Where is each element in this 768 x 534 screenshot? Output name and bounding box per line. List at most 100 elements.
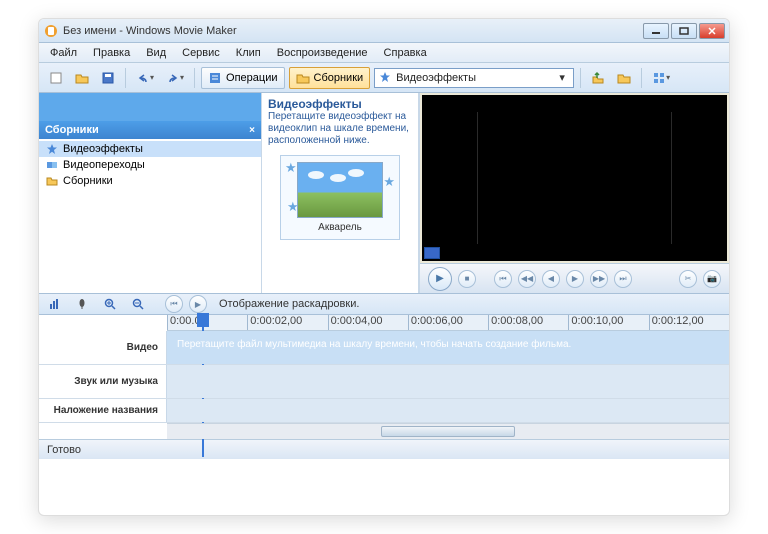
statusbar: Готово [39, 439, 729, 459]
split-button[interactable]: ✂ [679, 270, 697, 288]
audio-track: Звук или музыка [39, 365, 729, 399]
new-folder-button[interactable] [613, 67, 635, 89]
forward-button[interactable]: ▶▶ [590, 270, 608, 288]
ruler-tick: 0:00:04,00 [328, 315, 408, 330]
tasks-button[interactable]: Операции [201, 67, 284, 89]
narrate-button[interactable] [71, 293, 93, 315]
tree-label: Видеоэффекты [63, 143, 143, 155]
ruler-tick: 0:00:06,00 [408, 315, 488, 330]
folder-icon [45, 174, 59, 188]
app-window: Без имени - Windows Movie Maker Файл Пра… [38, 18, 730, 516]
titlebar: Без имени - Windows Movie Maker [39, 19, 729, 43]
contents-pane: Видеоэффекты Перетащите видеоэффект на в… [261, 93, 419, 293]
collections-label: Сборники [314, 72, 364, 84]
player-controls: ▶ ■ ⏮ ◀◀ ◀ ▶ ▶▶ ⏭ ✂ 📷 [420, 263, 729, 293]
star-icon: ★ [383, 174, 395, 190]
star-icon: ★ [285, 160, 297, 176]
new-button[interactable] [45, 67, 67, 89]
video-track-hint: Перетащите файл мультимедиа на шкалу вре… [177, 339, 571, 350]
star-icon [379, 71, 393, 85]
zoom-in-button[interactable] [99, 293, 121, 315]
playhead[interactable] [197, 313, 209, 327]
tree-item-effects[interactable]: Видеоэффекты [39, 141, 261, 157]
timeline-ruler[interactable]: 0:00.00 0:00:02,00 0:00:04,00 0:00:06,00… [167, 315, 729, 331]
location-combo[interactable]: Видеоэффекты ▾ [374, 68, 574, 88]
track-label-audio: Звук или музыка [39, 365, 167, 398]
menu-tools[interactable]: Сервис [175, 45, 227, 61]
separator [580, 68, 581, 88]
rewind-button[interactable]: ◀◀ [518, 270, 536, 288]
pane-instruction: Перетащите видеоэффект на видеоклип на ш… [268, 111, 412, 147]
close-button[interactable] [699, 23, 725, 39]
open-button[interactable] [71, 67, 93, 89]
video-track: Видео Перетащите файл мультимедиа на шка… [39, 331, 729, 365]
video-track-area[interactable]: Перетащите файл мультимедиа на шкалу вре… [167, 331, 729, 364]
menu-view[interactable]: Вид [139, 45, 173, 61]
effect-label: Акварель [318, 222, 362, 233]
ruler-tick: 0:00:08,00 [488, 315, 568, 330]
fwd-frame-button[interactable]: ▶ [566, 270, 584, 288]
combo-value: Видеоэффекты [396, 72, 555, 84]
undo-button[interactable]: ▾ [132, 67, 158, 89]
timeline-toolbar: ⏮ ▶ Отображение раскадровки. [39, 293, 729, 315]
tree-label: Видеопереходы [63, 159, 145, 171]
zoom-out-button[interactable] [127, 293, 149, 315]
timeline-play-button[interactable]: ▶ [189, 295, 207, 313]
menu-clip[interactable]: Клип [229, 45, 268, 61]
collections-tree: Видеоэффекты Видеопереходы Сборники [39, 139, 261, 293]
tree-label: Сборники [63, 175, 113, 187]
toolbar: ▾ ▾ Операции Сборники Видеоэффекты ▾ ▾ [39, 63, 729, 93]
effect-item[interactable]: ★ ★ ★ Акварель [280, 155, 400, 240]
menubar: Файл Правка Вид Сервис Клип Воспроизведе… [39, 43, 729, 63]
timeline-rewind-button[interactable]: ⏮ [165, 295, 183, 313]
status-text: Готово [47, 444, 81, 456]
effect-thumbnail [297, 162, 383, 218]
separator [641, 68, 642, 88]
separator [194, 68, 195, 88]
preview-monitor [422, 95, 727, 261]
pane-heading: Видеоэффекты [268, 97, 412, 111]
menu-help[interactable]: Справка [377, 45, 434, 61]
collections-button[interactable]: Сборники [289, 67, 371, 89]
tree-item-collections[interactable]: Сборники [39, 173, 261, 189]
storyboard-toggle-link[interactable]: Отображение раскадровки. [219, 298, 359, 310]
audio-track-area[interactable] [167, 365, 729, 398]
maximize-button[interactable] [671, 23, 697, 39]
sidebar-close-icon[interactable]: × [249, 125, 255, 136]
preview-indicator-icon [424, 247, 440, 259]
sidebar-spacer [39, 93, 261, 121]
audio-levels-button[interactable] [43, 293, 65, 315]
preview-pane: ▶ ■ ⏮ ◀◀ ◀ ▶ ▶▶ ⏭ ✂ 📷 [419, 93, 729, 293]
views-button[interactable]: ▾ [648, 67, 674, 89]
redo-button[interactable]: ▾ [162, 67, 188, 89]
play-button[interactable]: ▶ [428, 267, 452, 291]
separator [125, 68, 126, 88]
minimize-button[interactable] [643, 23, 669, 39]
track-label-video: Видео [39, 331, 167, 364]
stop-button[interactable]: ■ [458, 270, 476, 288]
timeline-scrollbar[interactable] [167, 423, 729, 439]
window-title: Без имени - Windows Movie Maker [63, 25, 643, 37]
save-button[interactable] [97, 67, 119, 89]
up-level-button[interactable] [587, 67, 609, 89]
timeline-tracks: Видео Перетащите файл мультимедиа на шка… [39, 331, 729, 423]
scrollbar-thumb[interactable] [381, 426, 516, 437]
track-label-title: Наложение названия [39, 399, 167, 422]
menu-play[interactable]: Воспроизведение [270, 45, 375, 61]
menu-edit[interactable]: Правка [86, 45, 137, 61]
main-content: Сборники × Видеоэффекты Видеопереходы Сб… [39, 93, 729, 293]
tree-item-transitions[interactable]: Видеопереходы [39, 157, 261, 173]
snapshot-button[interactable]: 📷 [703, 270, 721, 288]
transition-icon [45, 158, 59, 172]
prev-button[interactable]: ⏮ [494, 270, 512, 288]
back-frame-button[interactable]: ◀ [542, 270, 560, 288]
ruler-tick: 0:00:10,00 [568, 315, 648, 330]
next-button[interactable]: ⏭ [614, 270, 632, 288]
window-controls [643, 23, 725, 39]
sidebar-header: Сборники × [39, 121, 261, 139]
chevron-down-icon: ▾ [555, 71, 569, 84]
collections-pane: Сборники × Видеоэффекты Видеопереходы Сб… [39, 93, 261, 293]
star-icon [45, 142, 59, 156]
menu-file[interactable]: Файл [43, 45, 84, 61]
title-track-area[interactable] [167, 399, 729, 422]
